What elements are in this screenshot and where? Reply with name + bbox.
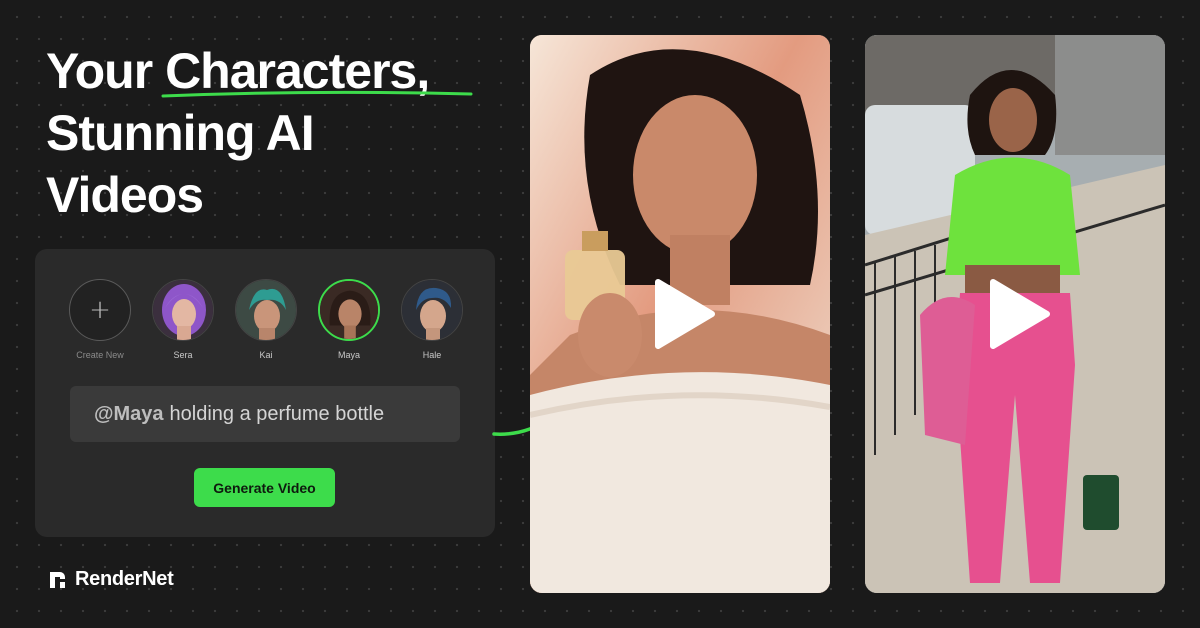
play-icon[interactable] [975, 274, 1055, 354]
avatar-selected[interactable] [318, 279, 380, 341]
video-preview-street-style[interactable] [865, 35, 1165, 593]
avatar-label: Sera [173, 350, 193, 360]
character-hale[interactable]: Hale [401, 279, 463, 360]
avatar-sera-image [153, 280, 213, 340]
underline-accent [161, 90, 473, 98]
headline-prefix: Your [46, 43, 166, 99]
create-new-button[interactable]: + [69, 279, 131, 341]
avatar[interactable] [152, 279, 214, 341]
character-mention: @Maya [94, 402, 164, 425]
brand-name: RenderNet [75, 568, 174, 590]
avatar[interactable] [235, 279, 297, 341]
character-kai[interactable]: Kai [235, 279, 297, 360]
avatar-maya-image [320, 281, 378, 339]
avatar-kai-image [236, 280, 296, 340]
generator-panel: + Create New Sera Kai Maya Hale @Maya ho… [35, 249, 495, 537]
headline-line-1: Your Characters, [46, 40, 516, 102]
prompt-text: holding a perfume bottle [169, 402, 385, 425]
avatar-hale-image [402, 280, 462, 340]
rendernet-logo-icon [50, 571, 65, 588]
character-maya[interactable]: Maya [318, 279, 380, 360]
headline-highlight: Characters, [161, 40, 473, 102]
generate-video-button[interactable]: Generate Video [194, 468, 335, 507]
headline-line-3: Videos [46, 167, 204, 223]
create-new-character[interactable]: + Create New [69, 279, 131, 360]
character-list: + Create New Sera Kai Maya Hale [69, 279, 463, 360]
video-preview-perfume[interactable] [530, 35, 830, 593]
avatar-label: Maya [337, 350, 360, 360]
rendernet-logo: RenderNet [46, 568, 174, 591]
avatar[interactable] [401, 279, 463, 341]
headline: Your Characters, Stunning AI Videos [46, 40, 516, 226]
avatar-label: Kai [259, 350, 273, 360]
avatar-label: Hale [422, 350, 442, 360]
avatar-label: Create New [76, 350, 124, 360]
character-sera[interactable]: Sera [152, 279, 214, 360]
play-icon[interactable] [640, 274, 720, 354]
plus-icon: + [89, 295, 111, 325]
headline-line-2: Stunning AI [46, 105, 315, 161]
prompt-input[interactable]: @Maya holding a perfume bottle [70, 386, 460, 442]
